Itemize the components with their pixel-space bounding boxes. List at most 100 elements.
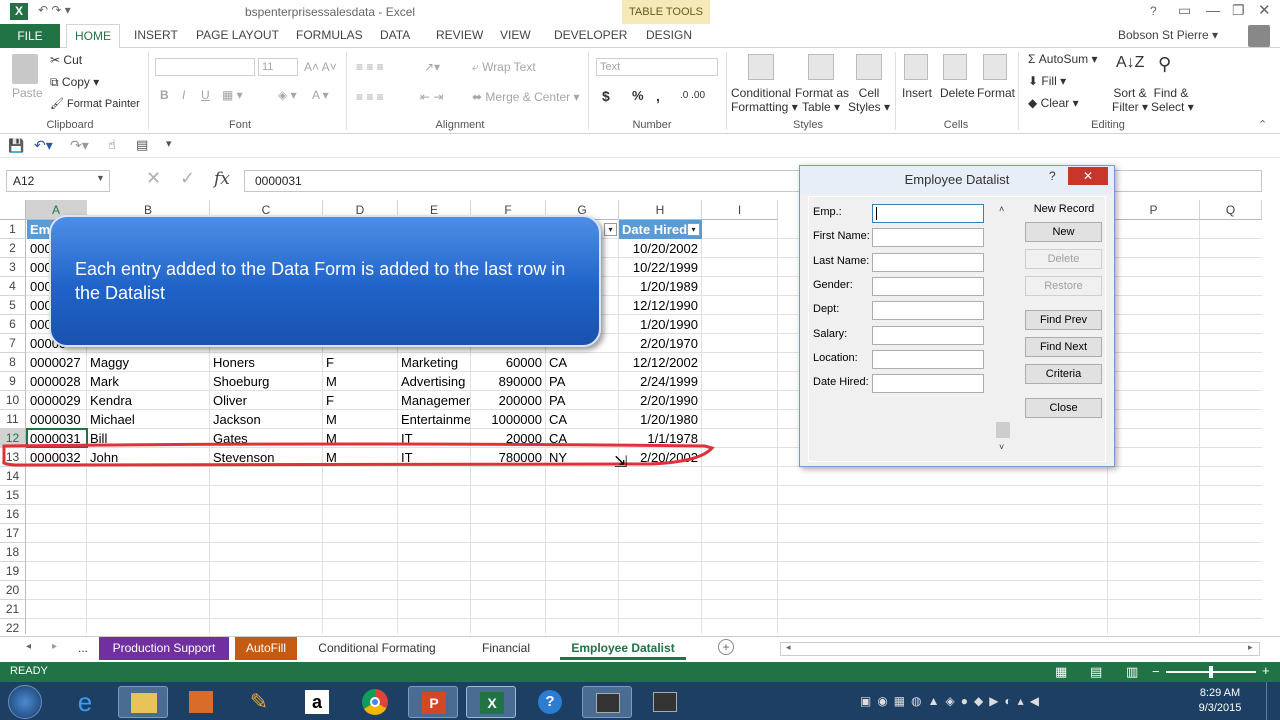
row-header[interactable]: 18 (0, 543, 26, 562)
name-box-dropdown-icon[interactable]: ▼ (96, 173, 105, 183)
row-header[interactable]: 10 (0, 391, 26, 410)
insert-function-icon[interactable]: fx (214, 169, 230, 189)
tab-formulas[interactable]: FORMULAS (296, 28, 363, 42)
number-format-box[interactable]: Text (596, 58, 718, 76)
sheet-tab-conditional-formating[interactable]: Conditional Formating (305, 637, 449, 660)
cell-last-name[interactable]: Honers (210, 353, 322, 372)
recorder-app-icon[interactable] (640, 686, 690, 718)
col-header-q[interactable]: Q (1200, 200, 1262, 220)
undo-icon[interactable]: ↶▾ (34, 137, 53, 154)
field-input[interactable] (872, 374, 984, 394)
cell-date-hired[interactable]: 1/20/1990 (619, 315, 701, 334)
row-header[interactable]: 9 (0, 372, 26, 391)
cell-date-hired[interactable]: 1/20/1980 (619, 410, 701, 429)
cell-salary[interactable]: 890000 (471, 372, 545, 391)
amazon-icon[interactable]: a (292, 686, 342, 718)
copy-button[interactable]: ⧉ Copy ▾ (50, 75, 99, 90)
insert-cells-button[interactable]: Insert (902, 86, 932, 100)
field-input[interactable] (872, 349, 984, 369)
italic-button[interactable]: I (182, 88, 185, 102)
tab-page-layout[interactable]: PAGE LAYOUT (196, 28, 279, 42)
align-left-icon[interactable]: ≡ ≡ ≡ (356, 90, 384, 104)
border-icon[interactable]: ▦ ▾ (222, 88, 243, 102)
add-sheet-icon[interactable]: + (718, 639, 734, 655)
percent-button[interactable]: % (632, 88, 644, 103)
sheet-tab-financial-data[interactable]: Financial Data (458, 637, 554, 678)
indent-icon[interactable]: ⇤ ⇥ (420, 90, 443, 104)
row-header[interactable]: 3 (0, 258, 26, 277)
col-header-h[interactable]: H (619, 200, 702, 220)
dialog-titlebar[interactable]: Employee Datalist ? ✕ (800, 166, 1114, 194)
row-header[interactable]: 1 (0, 220, 26, 239)
prev-sheet-icon[interactable]: ◂ (26, 641, 31, 652)
sheet-tab-employee-datalist[interactable]: Employee Datalist (560, 637, 686, 660)
select-all-corner[interactable] (0, 200, 26, 220)
cell-gender[interactable]: M (323, 372, 397, 391)
sheet-tab-production-support[interactable]: Production Support (99, 637, 229, 660)
cell-emp[interactable]: 0000030 (27, 410, 86, 429)
chrome-icon[interactable] (350, 686, 400, 718)
cell-styles-button[interactable]: Cell Styles ▾ (848, 86, 890, 114)
conditional-formatting-button[interactable]: Conditional Formatting ▾ (731, 86, 798, 114)
field-input[interactable] (872, 301, 984, 321)
cell-date-hired[interactable]: 10/22/1999 (619, 258, 701, 277)
find-select-button[interactable]: Find & Select ▾ (1151, 86, 1194, 114)
row-header[interactable]: 17 (0, 524, 26, 543)
cell-emp[interactable]: 0000027 (27, 353, 86, 372)
format-as-table-button[interactable]: Format as Table ▾ (795, 86, 849, 114)
fill-button[interactable]: ⬇ Fill ▾ (1028, 74, 1066, 88)
clock-time[interactable]: 8:29 AM (1190, 687, 1250, 699)
help-app-icon[interactable]: ? (524, 686, 574, 718)
start-button-icon[interactable] (8, 685, 42, 719)
internet-explorer-icon[interactable]: e (60, 686, 110, 718)
scroll-up-icon[interactable]: ˄ (999, 204, 1004, 214)
row-header[interactable]: 5 (0, 296, 26, 315)
help-icon[interactable]: ? (1150, 4, 1157, 18)
row-header[interactable]: 8 (0, 353, 26, 372)
close-button[interactable]: Close (1025, 398, 1102, 418)
save-icon[interactable]: 💾 (8, 138, 24, 154)
cell-date-hired[interactable]: 1/20/1989 (619, 277, 701, 296)
font-color-icon[interactable]: A ▾ (312, 88, 329, 102)
cell-date-hired[interactable]: 10/20/2002 (619, 239, 701, 258)
col-header-p[interactable]: P (1108, 200, 1200, 220)
cell-salary[interactable]: 60000 (471, 353, 545, 372)
scroll-left-icon[interactable]: ◂ (786, 642, 791, 653)
paste-button[interactable]: Paste (12, 86, 43, 100)
user-name[interactable]: Bobson St Pierre ▾ (1118, 28, 1218, 42)
format-cells-button[interactable]: Format (977, 86, 1015, 100)
field-input[interactable] (872, 252, 984, 272)
scroll-right-icon[interactable]: ▸ (1248, 642, 1253, 653)
autosum-button[interactable]: Σ AutoSum ▾ (1028, 52, 1097, 66)
row-header[interactable]: 11 (0, 410, 26, 429)
file-explorer-icon[interactable] (118, 686, 168, 718)
cell-dept[interactable]: Entertainme (398, 410, 470, 429)
cell-location[interactable]: CA (546, 410, 618, 429)
tab-review[interactable]: REVIEW (436, 28, 483, 42)
tab-developer[interactable]: DEVELOPER (554, 28, 627, 42)
font-name-box[interactable] (155, 58, 255, 76)
find-prev-button[interactable]: Find Prev (1025, 310, 1102, 330)
cell-gender[interactable]: F (323, 353, 397, 372)
zoom-out-icon[interactable]: − (1152, 664, 1160, 679)
delete-cells-button[interactable]: Delete (940, 86, 975, 100)
row-header[interactable]: 21 (0, 600, 26, 619)
screen-recorder-icon[interactable] (582, 686, 632, 718)
criteria-button[interactable]: Criteria (1025, 364, 1102, 384)
cell-first-name[interactable]: Michael (87, 410, 209, 429)
font-size-box[interactable]: 11 (258, 58, 298, 76)
zoom-in-icon[interactable]: + (1262, 663, 1270, 678)
grow-font-icon[interactable]: A˄ A˅ (304, 60, 337, 74)
row-header[interactable]: 15 (0, 486, 26, 505)
clear-button[interactable]: ◆ Clear ▾ (1028, 96, 1079, 110)
scroll-thumb[interactable] (996, 422, 1010, 438)
clock-date[interactable]: 9/3/2015 (1190, 702, 1250, 714)
cell-first-name[interactable]: Kendra (87, 391, 209, 410)
cancel-entry-icon[interactable]: ✕ (146, 168, 161, 189)
cell-dept[interactable]: Advertising (398, 372, 470, 391)
collapse-ribbon-icon[interactable]: ⌃ (1258, 118, 1267, 131)
row-header[interactable]: 6 (0, 315, 26, 334)
field-input[interactable] (872, 325, 984, 345)
cell-last-name[interactable]: Jackson (210, 410, 322, 429)
row-header[interactable]: 16 (0, 505, 26, 524)
